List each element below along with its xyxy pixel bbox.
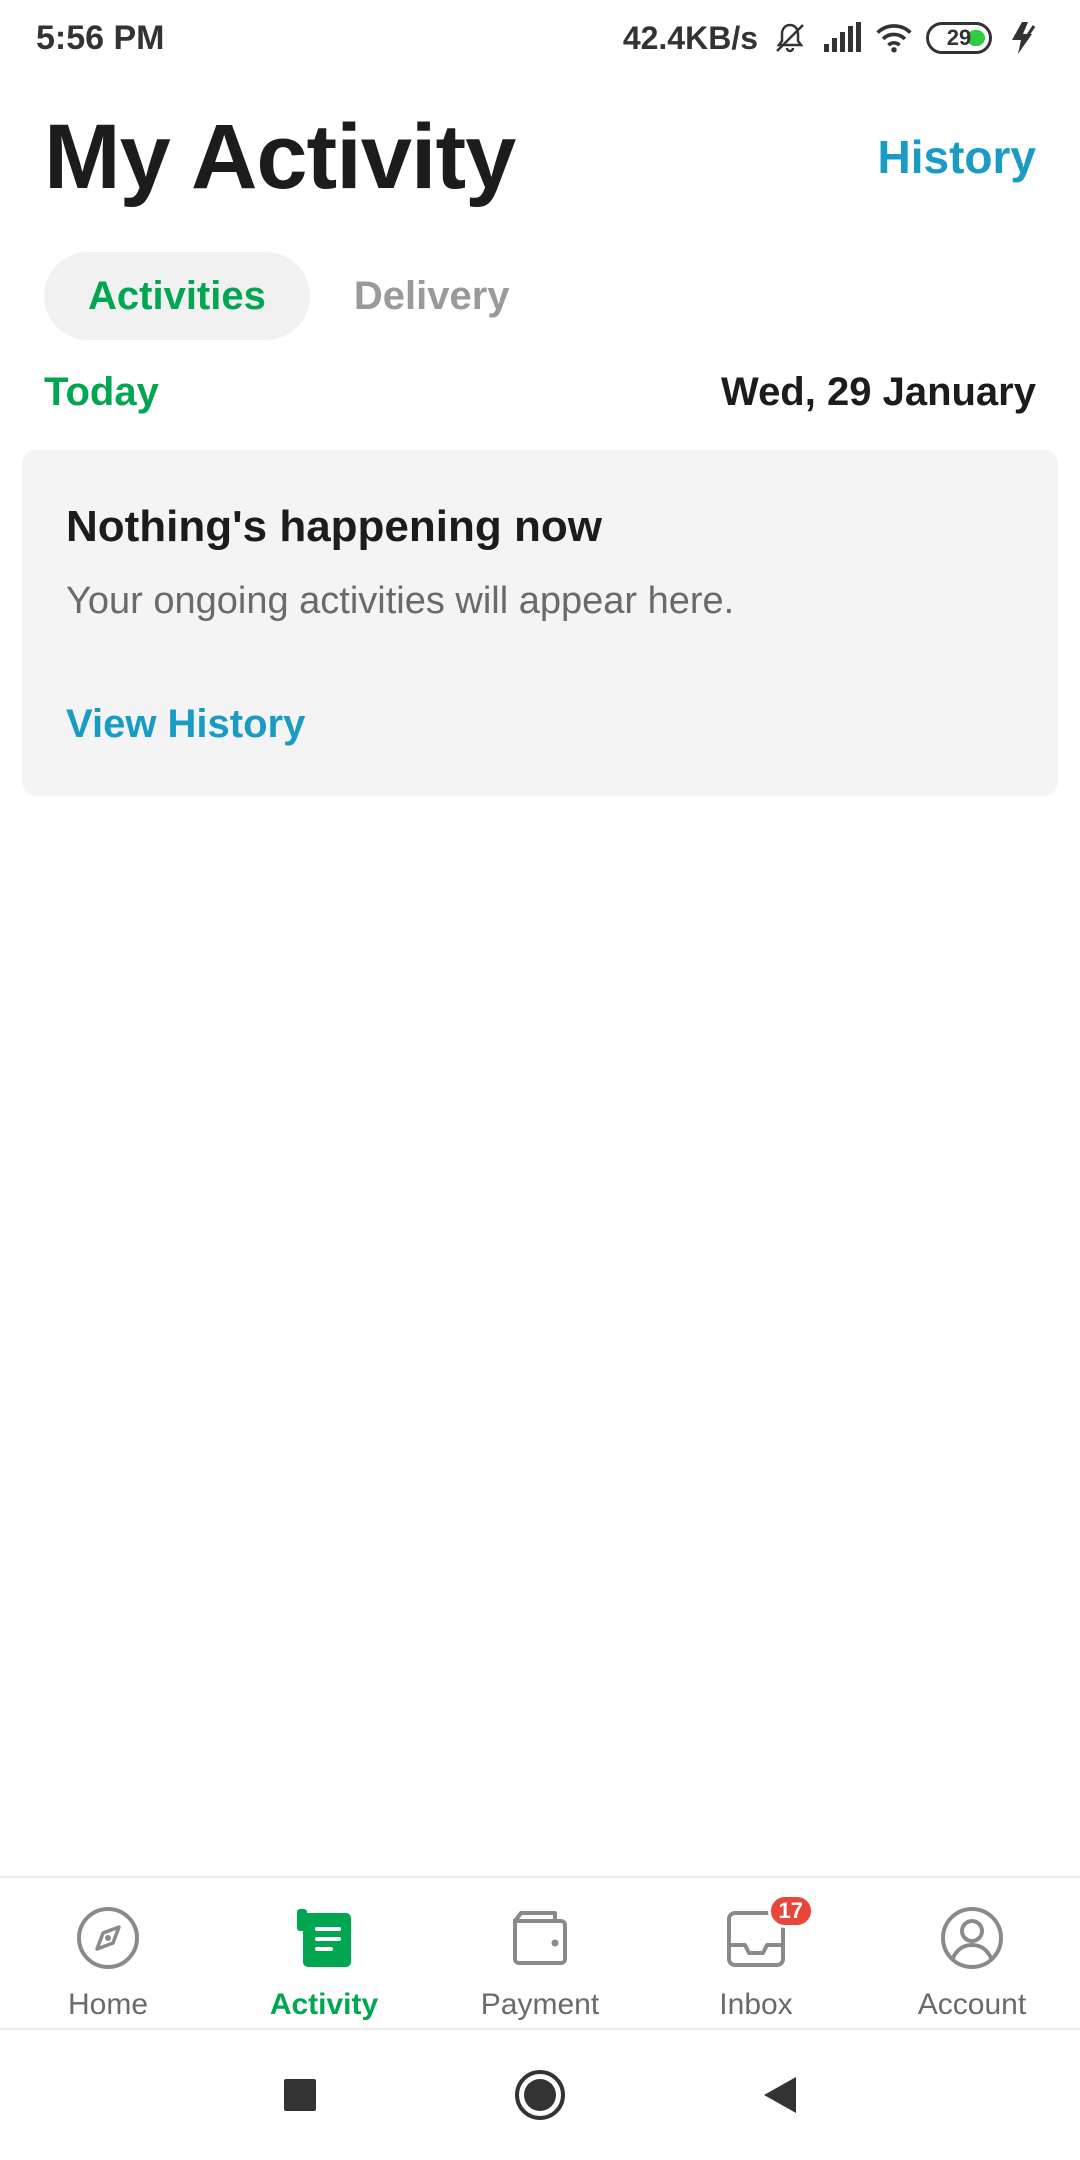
empty-state-title: Nothing's happening now [66, 502, 602, 551]
bottom-nav: Home Activity Payment 17 Inbox Account [0, 1876, 1080, 2030]
activity-icon [288, 1902, 360, 1974]
nav-label-account: Account [917, 1988, 1027, 2021]
signal-icon [822, 18, 862, 58]
nav-label-home: Home [67, 1988, 149, 2021]
charging-icon [1004, 18, 1044, 58]
empty-state-subtitle: Your ongoing activities will appear here… [66, 580, 735, 622]
wallet-icon [504, 1902, 576, 1974]
home-button[interactable] [510, 2065, 570, 2125]
nav-item-inbox[interactable]: 17 Inbox [648, 1878, 864, 2028]
nav-label-payment: Payment [480, 1988, 600, 2021]
page-title: My Activity [44, 106, 516, 208]
nav-label-activity: Activity [269, 1988, 379, 2021]
nav-item-account[interactable]: Account [864, 1878, 1080, 2028]
inbox-badge: 17 [767, 1894, 814, 1928]
status-indicators: 42.4KB/s 29 [623, 18, 1044, 58]
inbox-icon: 17 [720, 1894, 814, 1974]
empty-state-card: Nothing's happening now Your ongoing act… [22, 450, 1058, 796]
current-date: Wed, 29 January [721, 370, 1036, 414]
status-bar: 5:56 PM 42.4KB/s 29 [0, 0, 1080, 76]
network-speed: 42.4KB/s [622, 19, 758, 56]
nav-item-home[interactable]: Home [0, 1878, 216, 2028]
tab-delivery[interactable]: Delivery [340, 252, 524, 340]
today-label: Today [44, 370, 159, 414]
back-button[interactable] [750, 2065, 810, 2125]
nav-item-payment[interactable]: Payment [432, 1878, 648, 2028]
view-history-link[interactable]: View History [66, 702, 305, 747]
history-link[interactable]: History [878, 130, 1036, 184]
compass-icon [72, 1902, 144, 1974]
nav-item-activity[interactable]: Activity [216, 1878, 432, 2028]
nav-label-inbox: Inbox [719, 1988, 793, 2021]
tab-activities[interactable]: Activities [44, 252, 310, 340]
recent-apps-button[interactable] [270, 2065, 330, 2125]
date-row: Today Wed, 29 January [44, 370, 1036, 415]
account-icon [936, 1902, 1008, 1974]
battery-icon: 29 [926, 22, 992, 54]
activity-tabs: Activities Delivery [44, 252, 524, 340]
system-nav-bar [0, 2030, 1080, 2160]
status-time: 5:56 PM [36, 18, 165, 57]
battery-percent: 29 [946, 25, 972, 50]
wifi-icon [874, 18, 914, 58]
bell-muted-icon [770, 18, 810, 58]
